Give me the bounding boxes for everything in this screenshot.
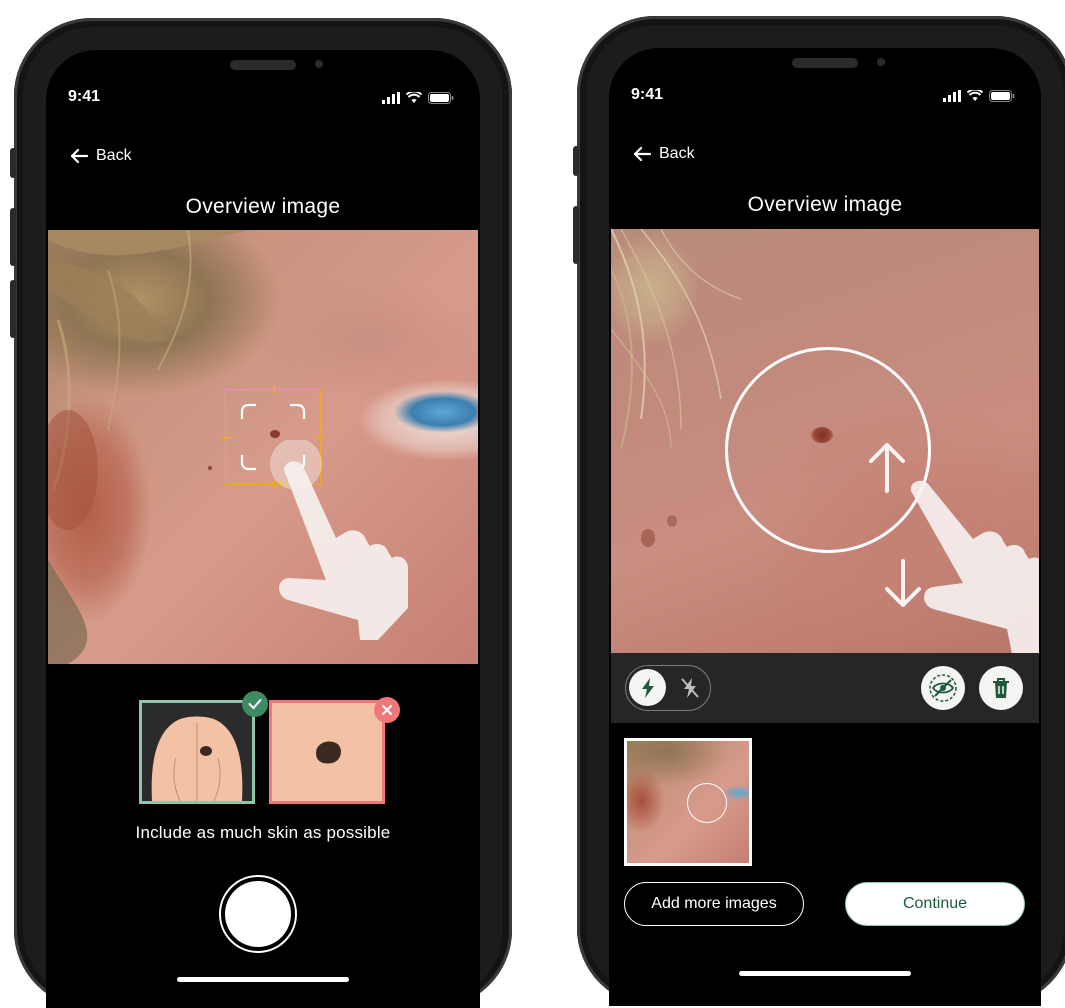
continue-label: Continue	[902, 895, 968, 912]
thumbnail-selection	[687, 783, 727, 823]
camera-preview[interactable]	[48, 230, 478, 664]
screen-review: 9:41 Back Overview image Add more images…	[609, 48, 1041, 1006]
speaker-grille	[792, 58, 858, 68]
back-label: Back	[659, 145, 695, 162]
check-icon	[248, 699, 262, 710]
image-thumbnail[interactable]	[624, 738, 752, 866]
wifi-icon	[406, 92, 422, 103]
page-title: Overview image	[747, 193, 903, 216]
zoomed-photo[interactable]	[611, 229, 1039, 653]
signal-icon	[382, 92, 400, 104]
shutter-inner	[225, 881, 291, 947]
mute-switch	[573, 146, 579, 176]
good-badge	[242, 691, 268, 717]
wifi-icon	[967, 90, 983, 101]
bad-example	[269, 700, 385, 804]
back-button[interactable]: Back	[633, 145, 695, 163]
x-icon	[382, 705, 392, 715]
flash-toggle[interactable]	[625, 665, 711, 711]
delete-button[interactable]	[979, 666, 1023, 710]
back-arrow-icon	[633, 146, 651, 162]
mole-small	[208, 466, 212, 470]
trash-icon	[993, 678, 1009, 698]
good-example	[139, 700, 255, 804]
volume-up-button	[10, 208, 16, 266]
battery-icon	[989, 90, 1015, 102]
battery-icon	[428, 92, 454, 104]
closeup-illustration	[316, 741, 341, 764]
flash-on-option[interactable]	[629, 669, 666, 706]
screen-capture: 9:41 Back Overview image Include as much…	[46, 50, 480, 1008]
hand-pointer-icon	[910, 480, 1039, 653]
back-illustration	[142, 703, 252, 801]
volume-down-button	[10, 280, 16, 338]
hint-text: Include as much skin as possible	[135, 823, 391, 842]
phone-frame-right: 9:41 Back Overview image Add more images…	[573, 16, 1065, 1006]
flash-off-icon	[680, 677, 699, 698]
spot	[667, 515, 677, 527]
home-indicator	[177, 977, 349, 982]
volume-up-button	[573, 206, 579, 264]
continue-button[interactable]: Continue	[845, 882, 1025, 926]
mute-switch	[10, 148, 16, 178]
status-icons	[382, 92, 454, 104]
home-indicator	[739, 971, 911, 976]
add-more-label: Add more images	[651, 895, 777, 912]
shutter-button[interactable]	[219, 875, 297, 953]
signal-icon	[943, 90, 961, 102]
hide-icon	[929, 674, 957, 702]
add-more-images-button[interactable]: Add more images	[624, 882, 804, 926]
photo-toolbar	[611, 653, 1039, 723]
back-button[interactable]: Back	[70, 147, 132, 165]
front-camera	[877, 58, 885, 66]
page-title: Overview image	[185, 195, 341, 218]
back-label: Back	[96, 147, 132, 164]
flash-off-option[interactable]	[671, 669, 708, 706]
front-camera	[315, 60, 323, 68]
back-arrow-icon	[70, 148, 88, 164]
status-icons	[943, 90, 1015, 102]
phone-frame-left: 9:41 Back Overview image Include as much…	[10, 18, 512, 1008]
status-time: 9:41	[631, 86, 664, 103]
bad-badge	[374, 697, 400, 723]
status-time: 9:41	[68, 88, 101, 105]
hide-button[interactable]	[921, 666, 965, 710]
speaker-grille	[230, 60, 296, 70]
spot	[641, 529, 655, 547]
flash-on-icon	[641, 677, 654, 698]
hand-pointer-icon	[270, 440, 408, 640]
